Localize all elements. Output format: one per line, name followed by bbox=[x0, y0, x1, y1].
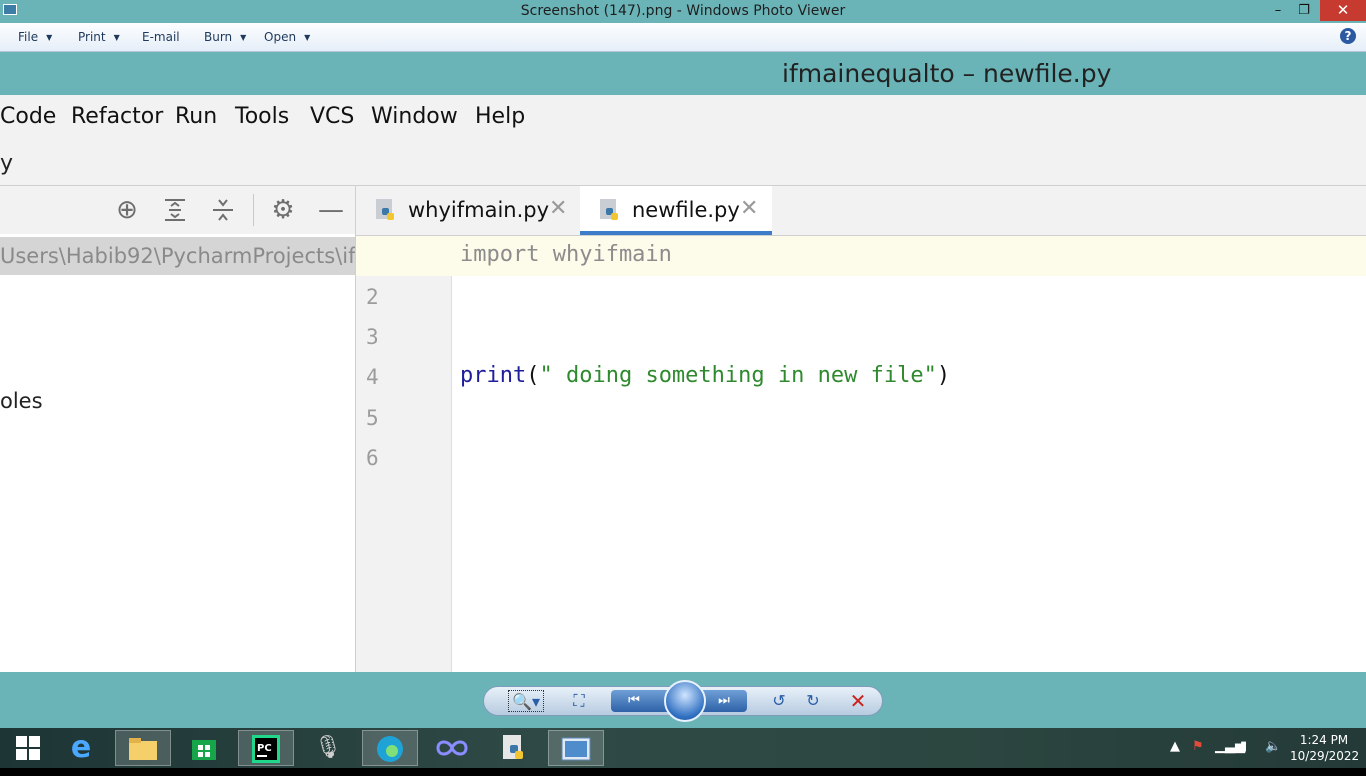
rotate-counterclockwise-icon[interactable]: ↺ bbox=[768, 690, 790, 712]
close-tab-icon[interactable]: ✕ bbox=[740, 196, 758, 221]
microphone-icon[interactable]: 🎙 bbox=[300, 730, 356, 766]
battery-icon[interactable]: ▮ bbox=[1240, 739, 1247, 754]
restore-button[interactable]: ❐ bbox=[1291, 0, 1317, 21]
tab-whyifmain[interactable]: whyifmain.py ✕ bbox=[356, 186, 580, 235]
code-line-1: import whyifmain bbox=[460, 242, 672, 267]
rotate-clockwise-icon[interactable]: ↻ bbox=[802, 690, 824, 712]
previous-icon[interactable]: ⏮ bbox=[619, 690, 649, 712]
line-number: 2 bbox=[366, 285, 379, 309]
collapse-all-icon[interactable] bbox=[209, 196, 237, 224]
project-panel: ⊕ ⚙ — Users\Habib92\PycharmProjects\ifma… bbox=[0, 186, 356, 672]
clock-time: 1:24 PM bbox=[1299, 733, 1349, 747]
photo-canvas: ifmainequalto – newfile.py Code Refactor… bbox=[0, 52, 1366, 672]
pycharm-menu-tools[interactable]: Tools bbox=[235, 104, 289, 129]
menu-email[interactable]: E-mail bbox=[142, 30, 180, 44]
chevron-down-icon: ▼ bbox=[304, 33, 311, 42]
menu-burn[interactable]: Burn ▼ bbox=[204, 30, 246, 44]
editor-tabs: whyifmain.py ✕ newfile.py ✕ bbox=[356, 186, 1366, 236]
pycharm-menu-code[interactable]: Code bbox=[0, 104, 56, 129]
expand-all-icon[interactable] bbox=[161, 196, 189, 224]
minimize-button[interactable]: – bbox=[1265, 0, 1291, 21]
slideshow-button[interactable] bbox=[664, 680, 706, 722]
chevron-down-icon: ▼ bbox=[113, 33, 120, 42]
action-center-flag-icon[interactable]: ⚑ bbox=[1192, 739, 1204, 754]
menu-open[interactable]: Open ▼ bbox=[264, 30, 310, 44]
toolbar-divider bbox=[253, 194, 254, 226]
internet-explorer-icon[interactable]: e bbox=[53, 730, 109, 766]
pycharm-title-bar: ifmainequalto – newfile.py bbox=[0, 52, 1366, 95]
pycharm-menu-run[interactable]: Run bbox=[175, 104, 217, 129]
line-number-gutter: 1 2 3 4 5 6 bbox=[356, 236, 452, 672]
system-clock[interactable]: 1:24 PM 10/29/2022 bbox=[1290, 732, 1360, 764]
menu-file[interactable]: File ▼ bbox=[18, 30, 52, 44]
hide-panel-icon[interactable]: — bbox=[317, 196, 345, 224]
taskbar: e PC 🎙 ▲ ⚑ ▁▃▅ ▮ 🔈 1:24 PM 10/29/2022 bbox=[0, 728, 1366, 768]
python-file-icon bbox=[376, 199, 394, 220]
svg-text:PC: PC bbox=[257, 743, 272, 754]
gear-icon[interactable]: ⚙ bbox=[269, 196, 297, 224]
file-explorer-icon[interactable] bbox=[115, 730, 171, 766]
photo-viewer-taskbar-icon[interactable] bbox=[548, 730, 604, 766]
clock-date: 10/29/2022 bbox=[1290, 749, 1360, 763]
close-button[interactable]: ✕ bbox=[1320, 0, 1366, 21]
delete-icon[interactable]: ✕ bbox=[846, 690, 870, 712]
actual-size-icon[interactable]: ⛶ bbox=[568, 690, 590, 712]
locate-icon[interactable]: ⊕ bbox=[113, 196, 141, 224]
close-tab-icon[interactable]: ✕ bbox=[549, 196, 567, 221]
window-title: Screenshot (147).png - Windows Photo Vie… bbox=[520, 3, 846, 19]
chevron-down-icon: ▼ bbox=[240, 33, 247, 42]
help-icon[interactable]: ? bbox=[1340, 28, 1356, 44]
project-toolbar: ⊕ ⚙ — bbox=[0, 186, 355, 234]
photo-viewer-menu-bar: File ▼ Print ▼ E-mail Burn ▼ Open ▼ ? bbox=[0, 23, 1366, 52]
line-number: 5 bbox=[366, 406, 379, 430]
line-number: 6 bbox=[366, 446, 379, 470]
python-file-icon bbox=[600, 199, 618, 220]
pycharm-menu-bar: Code Refactor Run Tools VCS Window Help … bbox=[0, 95, 1366, 185]
menu-print[interactable]: Print ▼ bbox=[78, 30, 120, 44]
volume-icon[interactable]: 🔈 bbox=[1265, 739, 1281, 754]
breadcrumb[interactable]: y bbox=[0, 151, 13, 176]
line-number: 3 bbox=[366, 325, 379, 349]
store-icon[interactable] bbox=[176, 730, 232, 766]
pycharm-icon[interactable]: PC bbox=[238, 730, 294, 766]
infinity-app-icon[interactable] bbox=[424, 730, 480, 766]
photo-viewer-title-bar: Screenshot (147).png - Windows Photo Vie… bbox=[0, 0, 1366, 23]
photo-viewer-controls-bar: 🔍▾ ⛶ ⏮ ⏭ ↺ ↻ ✕ bbox=[0, 672, 1366, 728]
code-editor[interactable]: import whyifmain print(" doing something… bbox=[356, 236, 1366, 672]
pycharm-menu-help[interactable]: Help bbox=[475, 104, 525, 129]
edge-icon[interactable] bbox=[362, 730, 418, 766]
show-hidden-icons-icon[interactable]: ▲ bbox=[1170, 739, 1180, 754]
pycharm-window-title: ifmainequalto – newfile.py bbox=[782, 59, 1112, 88]
playback-controls: 🔍▾ ⛶ ⏮ ⏭ ↺ ↻ ✕ bbox=[483, 680, 883, 722]
project-root-item[interactable]: Users\Habib92\PycharmProjects\ifma bbox=[0, 237, 355, 275]
next-icon[interactable]: ⏭ bbox=[709, 690, 739, 712]
pycharm-menu-window[interactable]: Window bbox=[371, 104, 458, 129]
code-line-4: print(" doing something in new file") bbox=[460, 363, 951, 388]
pycharm-menu-refactor[interactable]: Refactor bbox=[71, 104, 163, 129]
line-number: 4 bbox=[366, 365, 379, 389]
chevron-down-icon: ▼ bbox=[46, 33, 53, 42]
zoom-icon[interactable]: 🔍▾ bbox=[508, 690, 544, 712]
tab-newfile[interactable]: newfile.py ✕ bbox=[580, 186, 772, 235]
python-idle-icon[interactable] bbox=[486, 730, 542, 766]
project-tree-item[interactable]: oles bbox=[0, 389, 43, 413]
pycharm-menu-vcs[interactable]: VCS bbox=[310, 104, 354, 129]
start-button[interactable] bbox=[0, 730, 56, 766]
